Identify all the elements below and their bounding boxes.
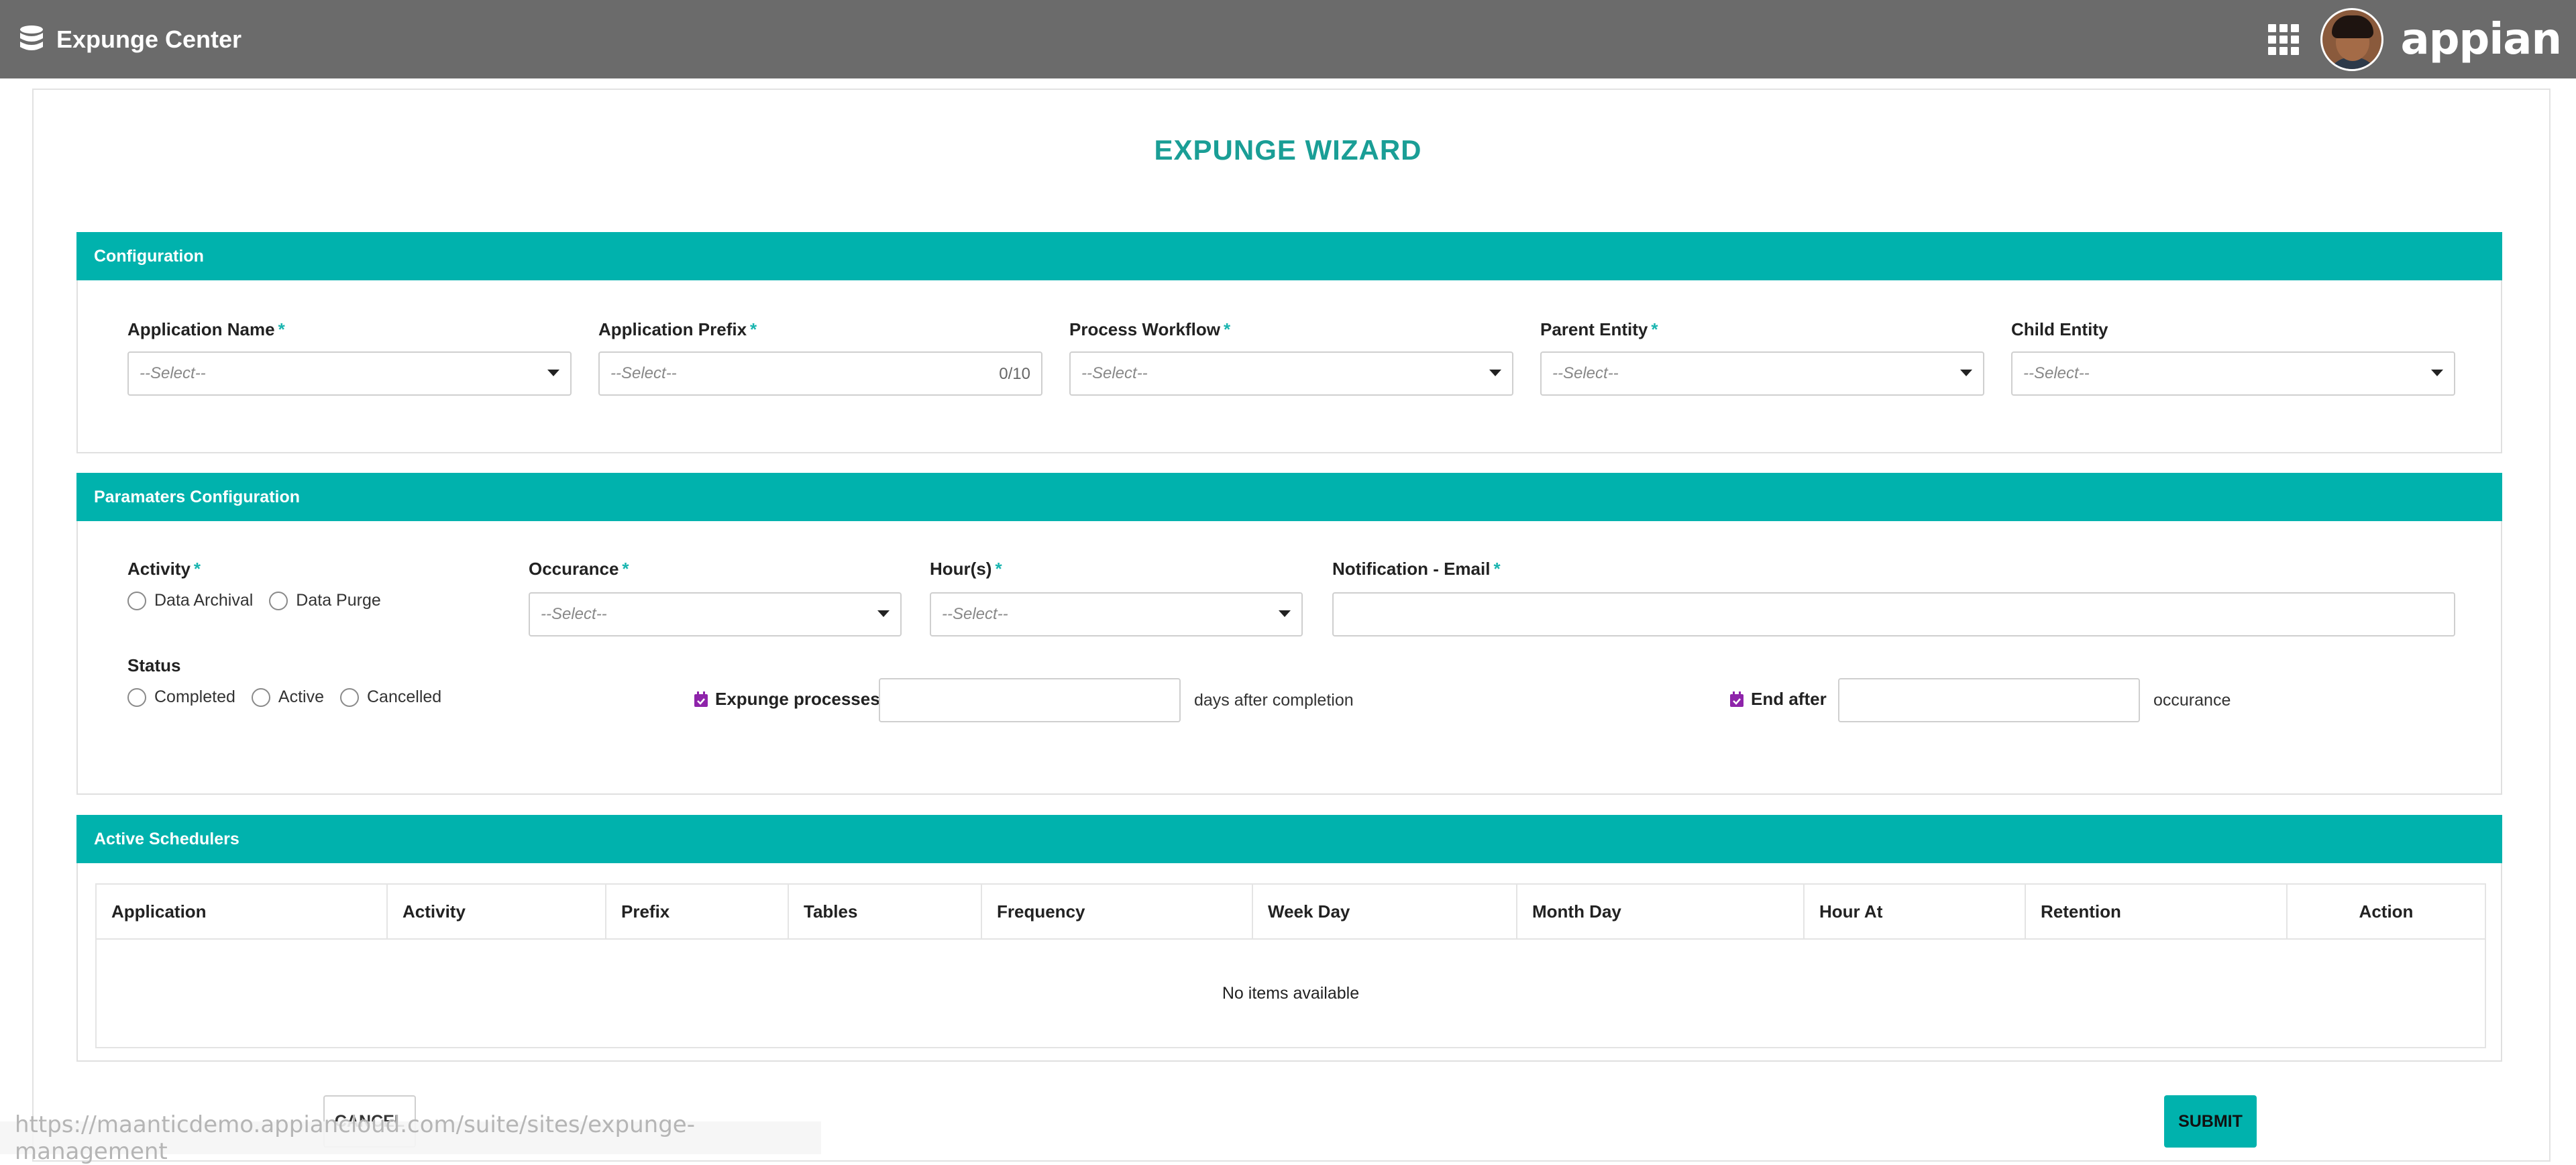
process-workflow-label: Process Workflow * <box>1069 319 1231 339</box>
child-entity-label: Child Entity <box>2011 319 2108 339</box>
application-prefix-input[interactable]: --Select-- 0/10 <box>598 351 1042 396</box>
caret-down-icon <box>1279 610 1291 617</box>
activity-label: Activity * <box>127 559 201 579</box>
days-after-completion-text: days after completion <box>1194 691 1354 710</box>
end-after-input[interactable] <box>1838 678 2140 722</box>
application-name-select[interactable]: --Select-- <box>127 351 572 396</box>
table-header-row: Application Activity Prefix Tables Frequ… <box>97 885 2485 940</box>
brand[interactable]: Expunge Center <box>19 25 241 54</box>
child-entity-select[interactable]: --Select-- <box>2011 351 2455 396</box>
database-icon <box>20 25 43 50</box>
top-bar: Expunge Center appian <box>0 0 2576 78</box>
radio-circle-icon <box>127 687 146 707</box>
submit-button[interactable]: SUBMIT <box>2164 1095 2257 1148</box>
section-header: Configuration <box>76 232 2502 280</box>
radio-data-archival[interactable]: Data Archival <box>127 591 253 610</box>
caret-down-icon <box>547 370 559 376</box>
column-header[interactable]: Prefix <box>606 885 789 938</box>
configuration-section: Configuration Application Name * --Select… <box>76 232 2502 453</box>
process-workflow-select[interactable]: --Select-- <box>1069 351 1513 396</box>
section-header: Paramaters Configuration <box>76 473 2502 521</box>
avatar[interactable] <box>2320 7 2383 71</box>
grid-icon[interactable] <box>2267 23 2299 55</box>
status-radio-group: Completed Active Cancelled <box>127 687 458 707</box>
page-title: EXPUNGE WIZARD <box>1154 134 1422 166</box>
parameters-section: Paramaters Configuration Activity * Data … <box>76 473 2502 795</box>
notification-email-input[interactable] <box>1332 592 2455 636</box>
status-bar-url: https://maanticdemo.appiancloud.com/suit… <box>0 1111 821 1165</box>
radio-circle-icon <box>251 687 270 707</box>
column-header[interactable]: Activity <box>388 885 606 938</box>
active-schedulers-section: Active Schedulers Application Activity P… <box>76 815 2502 1062</box>
radio-circle-icon <box>269 591 288 610</box>
caret-down-icon <box>2431 370 2443 376</box>
column-header[interactable]: Month Day <box>1517 885 1805 938</box>
occurance-suffix-text: occurance <box>2153 691 2231 710</box>
status-label: Status <box>127 655 181 675</box>
hours-select[interactable]: --Select-- <box>930 592 1303 636</box>
radio-circle-icon <box>127 591 146 610</box>
column-header[interactable]: Hour At <box>1805 885 2026 938</box>
radio-completed[interactable]: Completed <box>127 687 235 707</box>
hours-label: Hour(s) * <box>930 559 1002 579</box>
application-prefix-label: Application Prefix * <box>598 319 757 339</box>
column-header[interactable]: Week Day <box>1253 885 1517 938</box>
expunge-days-input[interactable] <box>879 678 1181 722</box>
calendar-check-icon <box>694 691 708 707</box>
radio-circle-icon <box>340 687 359 707</box>
char-counter: 0/10 <box>999 365 1030 383</box>
column-header[interactable]: Frequency <box>982 885 1253 938</box>
activity-radio-group: Data Archival Data Purge <box>127 591 397 610</box>
app-title: Expunge Center <box>56 25 242 53</box>
radio-data-purge[interactable]: Data Purge <box>269 591 381 610</box>
end-after-label: End after <box>1729 689 1827 710</box>
calendar-check-icon <box>1730 691 1743 707</box>
column-header[interactable]: Application <box>97 885 388 938</box>
radio-active[interactable]: Active <box>251 687 324 707</box>
caret-down-icon <box>1960 370 1972 376</box>
caret-down-icon <box>1489 370 1501 376</box>
occurance-label: Occurance * <box>529 559 629 579</box>
occurance-select[interactable]: --Select-- <box>529 592 902 636</box>
section-header: Active Schedulers <box>76 815 2502 863</box>
parent-entity-label: Parent Entity * <box>1540 319 1658 339</box>
radio-cancelled[interactable]: Cancelled <box>340 687 441 707</box>
empty-state: No items available <box>1222 983 1360 1003</box>
column-header[interactable]: Tables <box>789 885 982 938</box>
column-header[interactable]: Retention <box>2026 885 2288 938</box>
application-name-label: Application Name * <box>127 319 285 339</box>
expunge-processes-label: Expunge processes <box>694 689 880 710</box>
notification-email-label: Notification - Email * <box>1332 559 1501 579</box>
column-header[interactable]: Action <box>2288 885 2485 938</box>
schedulers-table: Application Activity Prefix Tables Frequ… <box>95 883 2486 1048</box>
caret-down-icon <box>877 610 890 617</box>
appian-logo: appian <box>2400 14 2562 64</box>
parent-entity-select[interactable]: --Select-- <box>1540 351 1984 396</box>
